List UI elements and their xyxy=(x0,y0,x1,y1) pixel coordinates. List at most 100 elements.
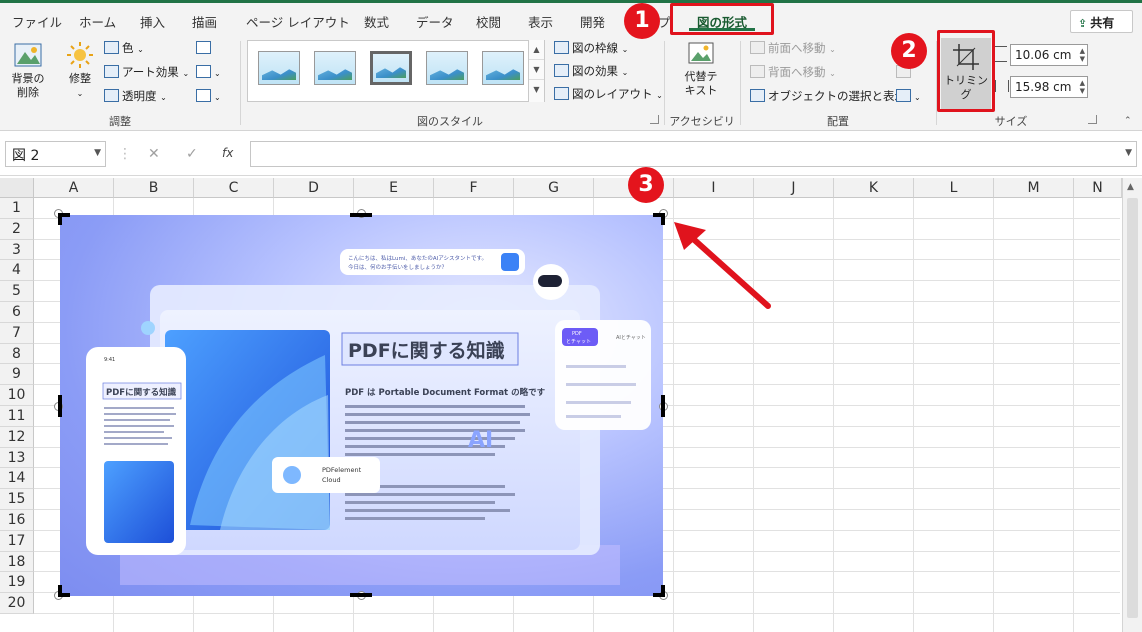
corrections-button[interactable]: 修整 ⌄ xyxy=(61,40,99,101)
column-header[interactable]: D xyxy=(274,178,354,198)
select-all-corner[interactable] xyxy=(0,178,34,198)
column-header[interactable]: C xyxy=(194,178,274,198)
tab-insert[interactable]: 挿入 xyxy=(140,12,165,31)
insert-function-icon[interactable]: fx xyxy=(222,146,233,160)
column-header[interactable]: N xyxy=(1074,178,1122,198)
row-header[interactable]: 2 xyxy=(0,218,34,240)
column-header[interactable]: G xyxy=(514,178,594,198)
tab-developer[interactable]: 開発 xyxy=(580,12,605,31)
row-header[interactable]: 18 xyxy=(0,551,34,573)
row-header[interactable]: 20 xyxy=(0,593,34,614)
column-header[interactable]: A xyxy=(34,178,114,198)
cancel-icon[interactable]: ✕ xyxy=(148,146,160,162)
rotate-button[interactable]: ⌄ xyxy=(896,86,921,106)
height-spinner[interactable]: ▲ ▼ xyxy=(1080,47,1085,63)
bring-forward-button[interactable]: 前面へ移動 ⌄ xyxy=(750,38,836,58)
gallery-more-icon[interactable]: ▼ xyxy=(529,80,544,100)
row-header[interactable]: 1 xyxy=(0,198,34,219)
alt-text-button[interactable]: 代替テ キスト xyxy=(676,40,726,98)
cloud-label-2: Cloud xyxy=(322,476,341,484)
transparency-button[interactable]: 透明度 ⌄ xyxy=(104,86,167,106)
row-header[interactable]: 11 xyxy=(0,406,34,427)
confirm-icon[interactable]: ✓ xyxy=(186,146,198,162)
change-picture-button[interactable]: ⌄ xyxy=(196,62,221,82)
compress-pictures-button[interactable] xyxy=(196,38,214,58)
height-input[interactable]: 10.06 cm ▲ ▼ xyxy=(1010,44,1088,66)
row-header[interactable]: 17 xyxy=(0,530,34,552)
tab-formulas[interactable]: 数式 xyxy=(364,12,389,31)
width-input[interactable]: 15.98 cm ▲ ▼ xyxy=(1010,76,1088,98)
crop-handle-bottom[interactable] xyxy=(350,593,372,597)
style-thumbnail[interactable] xyxy=(370,51,412,85)
dialog-launcher-icon[interactable] xyxy=(1088,115,1097,124)
style-thumbnail[interactable] xyxy=(314,51,356,85)
row-header[interactable]: 19 xyxy=(0,572,34,594)
selection-pane-button[interactable]: オブジェクトの選択と表示 xyxy=(750,86,906,106)
row-header[interactable]: 14 xyxy=(0,468,34,490)
column-header[interactable]: F xyxy=(434,178,514,198)
row-header[interactable]: 16 xyxy=(0,510,34,531)
column-header[interactable]: L xyxy=(914,178,994,198)
row-header[interactable]: 15 xyxy=(0,489,34,510)
compress-icon xyxy=(196,41,211,54)
row-header[interactable]: 3 xyxy=(0,239,34,261)
tab-home[interactable]: ホーム xyxy=(79,12,116,31)
artistic-effects-button[interactable]: アート効果 ⌄ xyxy=(104,62,189,82)
tab-draw[interactable]: 描画 xyxy=(192,12,217,31)
width-spinner[interactable]: ▲ ▼ xyxy=(1080,79,1085,95)
row-header[interactable]: 7 xyxy=(0,322,34,344)
column-header[interactable]: M xyxy=(994,178,1074,198)
selected-picture[interactable]: PDFに関する知識 PDF は Portable Document Format… xyxy=(60,215,663,596)
column-header[interactable]: K xyxy=(834,178,914,198)
picture-effects-button[interactable]: 図の効果 ⌄ xyxy=(554,61,628,81)
crop-handle-top-left[interactable] xyxy=(58,213,62,225)
crop-handle-left[interactable] xyxy=(58,395,62,417)
collapse-ribbon-icon[interactable]: ⌃ xyxy=(1124,116,1132,126)
tab-file[interactable]: ファイル xyxy=(12,12,62,31)
worksheet-grid[interactable]: ▲ ABCDEFGHIJKLMN123456789101112131415161… xyxy=(0,178,1142,632)
row-header[interactable]: 10 xyxy=(0,385,34,406)
row-header[interactable]: 5 xyxy=(0,281,34,302)
style-thumbnail[interactable] xyxy=(426,51,468,85)
row-header[interactable]: 13 xyxy=(0,447,34,469)
chevron-down-icon[interactable]: ▼ xyxy=(94,148,101,158)
tab-view[interactable]: 表示 xyxy=(528,12,553,31)
chat-line-2: 今日は、何のお手伝いをしましょうか？ xyxy=(348,263,447,271)
row-header[interactable]: 12 xyxy=(0,426,34,448)
tab-data[interactable]: データ xyxy=(416,12,454,31)
column-header[interactable]: I xyxy=(674,178,754,198)
scroll-down-icon[interactable]: ▼ xyxy=(529,60,544,80)
picture-border-button[interactable]: 図の枠線 ⌄ xyxy=(554,38,628,58)
column-header[interactable]: E xyxy=(354,178,434,198)
name-box[interactable]: 図 2 ▼ xyxy=(5,141,106,167)
gallery-scroll[interactable]: ▲ ▼ ▼ xyxy=(528,40,544,102)
scrollbar-thumb[interactable] xyxy=(1127,198,1138,618)
scroll-up-icon[interactable]: ▲ xyxy=(529,40,544,60)
dialog-launcher-icon[interactable] xyxy=(650,115,659,124)
color-button[interactable]: 色 ⌄ xyxy=(104,38,144,58)
send-backward-button[interactable]: 背面へ移動 ⌄ xyxy=(750,62,836,82)
tab-page-layout[interactable]: ページ レイアウト xyxy=(246,12,350,31)
formula-input[interactable]: ▼ xyxy=(250,141,1137,167)
row-header[interactable]: 4 xyxy=(0,260,34,282)
crop-handle-bottom-left[interactable] xyxy=(58,585,62,597)
crop-handle-top-right[interactable] xyxy=(661,213,665,225)
vertical-scrollbar[interactable]: ▲ xyxy=(1122,178,1142,632)
column-header[interactable]: J xyxy=(754,178,834,198)
row-header[interactable]: 6 xyxy=(0,302,34,323)
crop-handle-right[interactable] xyxy=(661,395,665,417)
crop-handle-bottom-right[interactable] xyxy=(661,585,665,597)
picture-layout-button[interactable]: 図のレイアウト ⌄ xyxy=(554,84,663,104)
remove-background-button[interactable]: 背景の 削除 xyxy=(6,40,50,100)
crop-handle-top[interactable] xyxy=(350,213,372,217)
style-thumbnail[interactable] xyxy=(258,51,300,85)
row-header[interactable]: 9 xyxy=(0,364,34,386)
column-header[interactable]: B xyxy=(114,178,194,198)
scroll-up-icon[interactable]: ▲ xyxy=(1127,182,1134,192)
share-button[interactable]: ⇪ 共有 xyxy=(1070,10,1133,33)
tab-review[interactable]: 校閲 xyxy=(476,12,501,31)
style-thumbnail[interactable] xyxy=(482,51,524,85)
row-header[interactable]: 8 xyxy=(0,343,34,365)
reset-picture-button[interactable]: ⌄ xyxy=(196,86,221,106)
chevron-down-icon[interactable]: ▼ xyxy=(1125,148,1132,158)
